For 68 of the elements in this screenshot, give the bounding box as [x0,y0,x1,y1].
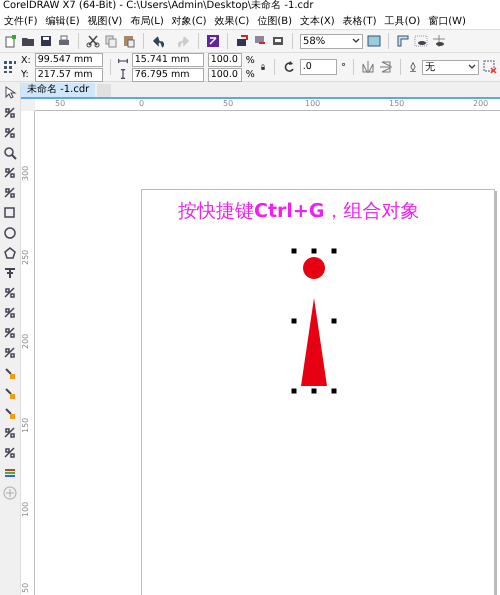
scale-y-field[interactable]: 100.0 [208,68,242,82]
sliders-icon[interactable] [3,466,17,480]
outline-width-dropdown[interactable]: 无 [422,60,479,74]
menu-item[interactable]: 位图(B) [253,14,296,28]
zoom-icon[interactable] [3,146,17,160]
menu-item[interactable]: 布局(L) [126,14,168,28]
import-icon[interactable] [235,34,249,48]
full-screen-preview-icon[interactable] [367,34,381,48]
guidelines-icon[interactable] [432,34,446,48]
triangle-shape[interactable] [301,298,327,386]
menu-item[interactable]: 窗口(W) [424,14,470,28]
rotation-field[interactable]: .0 [300,59,338,75]
text-icon[interactable] [3,266,17,280]
publish-pdf-icon[interactable] [271,34,285,48]
x-label: X: [21,54,31,66]
caret-icon [468,64,476,70]
print-icon[interactable] [57,34,71,48]
ruler-label: 50 [21,582,30,593]
caret-icon [352,38,360,44]
percent-label: % [246,54,255,66]
menu-item[interactable]: 视图(V) [84,14,126,28]
polygon-icon[interactable] [3,246,17,260]
convert-icon[interactable] [483,60,497,74]
ruler-label: 150 [389,99,404,108]
width-field[interactable]: 15.741 mm [132,52,204,66]
zoom-dropdown[interactable]: 58% [300,34,363,48]
selection-handles[interactable] [292,248,336,394]
ruler-label: 200 [21,334,30,349]
window-title: CorelDRAW X7 (64-Bit) - C:\Users\Admin\Desktop\未命名 -1.cdr [0,0,500,12]
x-position-field[interactable]: 99.547 mm [34,52,103,66]
ruler-label: 0 [139,99,144,108]
ruler-label: 100 [305,99,320,108]
cut-icon[interactable] [86,34,100,48]
annotation-text: 按快捷键Ctrl+G，组合对象 [178,199,420,224]
ruler-label: 150 [21,418,30,433]
percent-label: % [246,68,255,80]
new-document-icon[interactable] [3,34,17,48]
rectangle-icon[interactable] [3,206,17,220]
circle-shape[interactable] [303,257,325,279]
ruler-label: 50 [55,99,66,108]
menu-item[interactable]: 效果(C) [210,14,254,28]
ruler-label: 200 [473,99,488,108]
ruler-label: 100 [21,502,30,517]
menu-item[interactable]: 文件(F) [0,14,42,28]
degree-label: ° [341,60,346,74]
save-icon[interactable] [39,34,53,48]
rulers-icon[interactable] [396,34,410,48]
ruler-label: 300 [21,166,30,181]
ruler-label: 50 [223,99,234,108]
reference-point-icon[interactable] [3,60,17,74]
menu-item[interactable]: 表格(T) [338,14,381,28]
ellipse-icon[interactable] [3,226,17,240]
menu-item[interactable]: 文本(X) [296,14,339,28]
scale-x-field[interactable]: 100.0 [208,52,242,66]
document-tab[interactable]: 未命名 -1.cdr [21,83,96,97]
mirror-horizontal-icon[interactable] [360,60,375,74]
height-field[interactable]: 76.795 mm [132,68,204,82]
mirror-vertical-icon[interactable] [378,60,393,74]
ruler-label: 250 [21,250,30,265]
menu-item[interactable]: 工具(O) [380,14,424,28]
grid-icon[interactable] [414,34,428,48]
pointer-icon[interactable] [3,86,17,100]
menu-item[interactable]: 对象(C) [168,14,211,28]
y-label: Y: [21,68,30,80]
menu-item[interactable]: 编辑(E) [42,14,84,28]
y-position-field[interactable]: 217.57 mm [34,68,103,82]
application-launcher-icon[interactable] [206,34,220,48]
paste-icon[interactable] [122,34,136,48]
